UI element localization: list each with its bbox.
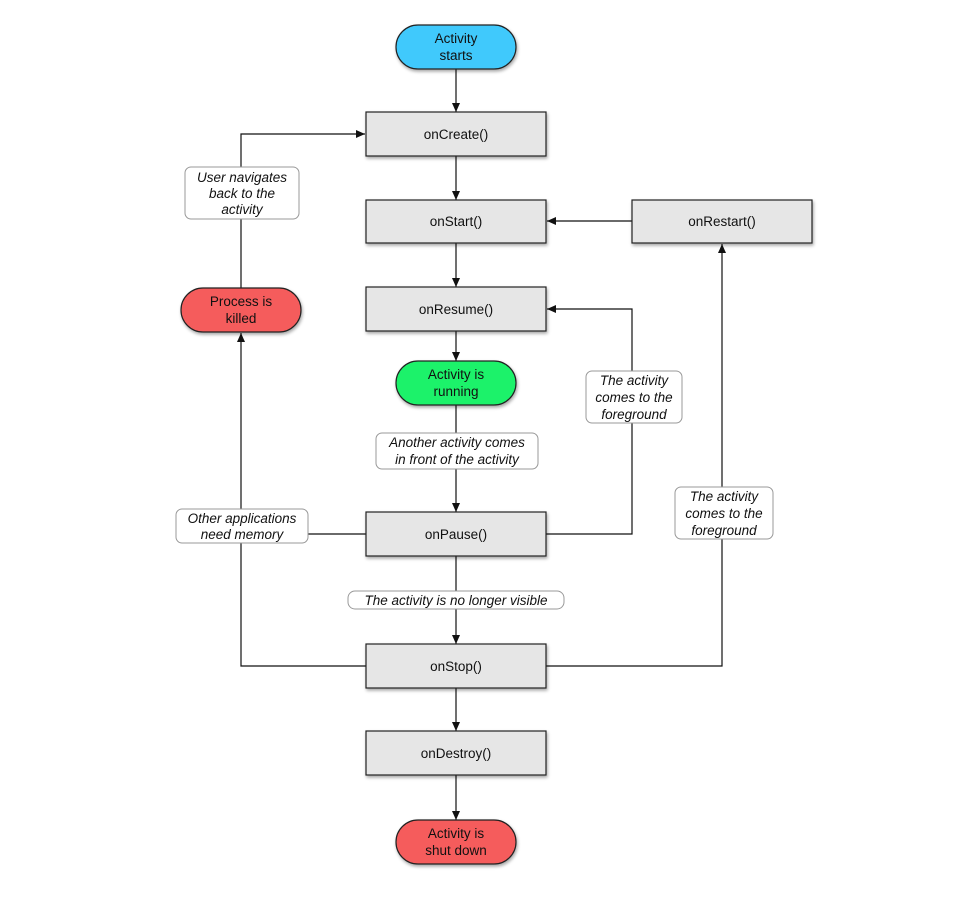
- node-text: onResume(): [419, 302, 493, 317]
- node-text: Activity: [435, 31, 478, 46]
- node-onresume: onResume(): [365, 286, 547, 332]
- node-onstart: onStart(): [365, 199, 547, 244]
- label-text: need memory: [201, 527, 285, 542]
- activity-lifecycle-diagram: Activity starts Activity is running Acti…: [175, 24, 813, 865]
- node-onpause: onPause(): [365, 511, 547, 557]
- node-text: Process is: [210, 294, 273, 309]
- node-process-killed: Process is killed: [180, 287, 302, 333]
- node-text: starts: [439, 48, 472, 63]
- label-text: back to the: [209, 186, 275, 201]
- node-text: shut down: [425, 843, 487, 858]
- node-activity-starts: Activity starts: [395, 24, 517, 70]
- node-text: onStart(): [430, 214, 483, 229]
- node-text: Activity is: [428, 826, 485, 841]
- label-foreground-to-resume: The activity comes to the foreground: [585, 370, 683, 424]
- label-text: comes to the: [685, 506, 762, 521]
- label-another-activity: Another activity comes in front of the a…: [375, 432, 539, 470]
- node-text: onRestart(): [688, 214, 756, 229]
- edge-onstop-to-onrestart: [546, 244, 726, 667]
- edge-onstop-to-killed: [237, 333, 366, 667]
- svg-text:starts: starts: [439, 48, 472, 63]
- label-no-longer-visible: The activity is no longer visible: [347, 590, 565, 610]
- node-onstop: onStop(): [365, 643, 547, 689]
- node-text: killed: [226, 311, 257, 326]
- node-onrestart: onRestart(): [631, 199, 813, 244]
- label-text: activity: [221, 202, 264, 217]
- label-user-navigates-back: User navigates back to the activity: [184, 166, 300, 220]
- label-text: foreground: [601, 407, 667, 422]
- label-text: Another activity comes: [388, 435, 525, 450]
- label-text: The activity: [600, 373, 670, 388]
- node-activity-running: Activity is running: [395, 360, 517, 406]
- node-oncreate: onCreate(): [365, 111, 547, 157]
- label-foreground-to-restart: The activity comes to the foreground: [674, 486, 774, 540]
- label-text: The activity is no longer visible: [364, 593, 547, 608]
- node-text: onCreate(): [424, 127, 489, 142]
- node-text: onStop(): [430, 659, 482, 674]
- node-ondestroy: onDestroy(): [365, 730, 547, 776]
- label-text: in front of the activity: [395, 452, 520, 467]
- label-text: comes to the: [595, 390, 672, 405]
- node-text: onDestroy(): [421, 746, 492, 761]
- node-activity-shut-down: Activity is shut down: [395, 819, 517, 865]
- label-text: foreground: [691, 523, 757, 538]
- label-text: User navigates: [197, 170, 287, 185]
- label-text: Other applications: [188, 511, 297, 526]
- svg-text:Activity: Activity: [435, 31, 478, 46]
- node-text: Activity is: [428, 367, 485, 382]
- label-text: The activity: [690, 489, 760, 504]
- node-text: onPause(): [425, 527, 487, 542]
- node-text: running: [433, 384, 478, 399]
- label-other-apps-memory: Other applications need memory: [175, 508, 309, 544]
